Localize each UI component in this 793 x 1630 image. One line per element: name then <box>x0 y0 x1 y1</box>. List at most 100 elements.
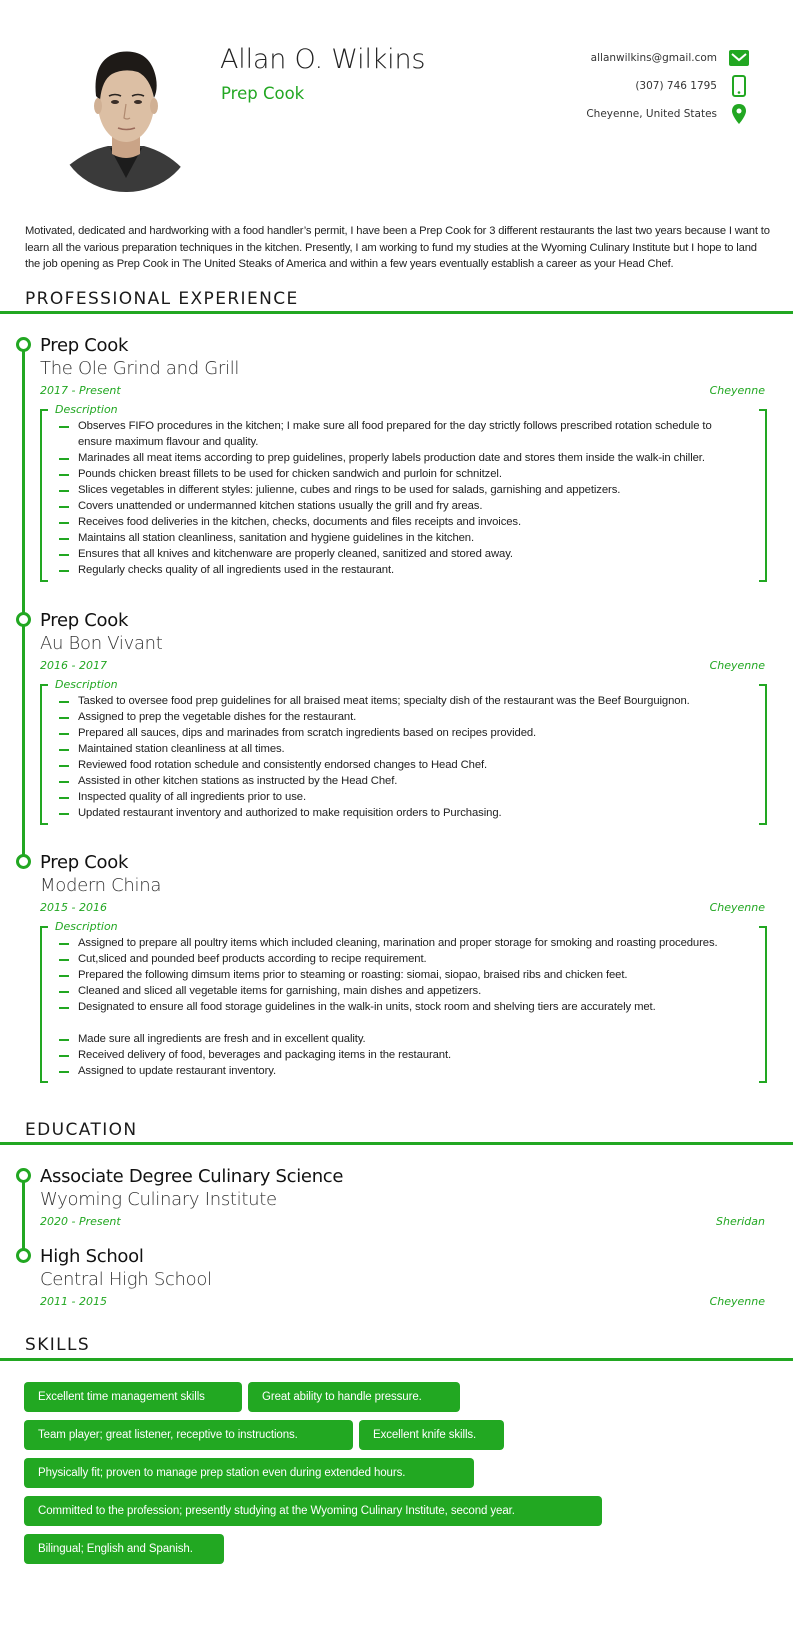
skills-list: Excellent time management skills Great a… <box>24 1382 764 1572</box>
experience-divider <box>0 311 793 314</box>
job-title: Prep Cook <box>40 610 129 631</box>
skill-row: Physically fit; proven to manage prep st… <box>24 1458 764 1488</box>
dash-bullet <box>59 538 69 540</box>
job-title: Prep Cook <box>40 335 129 356</box>
description-label: Description <box>55 920 118 933</box>
skills-heading: SKILLS <box>25 1335 91 1355</box>
dash-bullet <box>59 701 69 703</box>
duty-item: Inspected quality of all ingredients pri… <box>50 789 747 805</box>
employer-name: Modern China <box>40 875 162 896</box>
bracket-right <box>759 409 767 582</box>
duty-list: Tasked to oversee food prep guidelines f… <box>50 693 747 821</box>
experience-timeline <box>22 344 25 864</box>
contact-phone: (307) 746 1795 <box>489 72 749 100</box>
duty-item: Made sure all ingredients are fresh and … <box>50 1031 747 1047</box>
timeline-dot <box>16 854 31 869</box>
resume-header: Allan O. Wilkins Prep Cook allanwilkins@… <box>0 0 793 200</box>
education-location: Sheridan <box>716 1215 765 1228</box>
dash-bullet <box>59 570 69 572</box>
job-dates: 2016 - 2017 <box>40 659 107 672</box>
description-label: Description <box>55 678 118 691</box>
dash-bullet <box>59 458 69 460</box>
school-name: Central High School <box>40 1269 212 1290</box>
duty-item: Pounds chicken breast fillets to be used… <box>50 466 747 482</box>
duty-item: Marinades all meat items according to pr… <box>50 450 747 466</box>
profile-summary: Motivated, dedicated and hardworking wit… <box>25 225 770 270</box>
timeline-dot <box>16 337 31 352</box>
dash-bullet <box>59 781 69 783</box>
job-description: Description Tasked to oversee food prep … <box>40 677 767 825</box>
bracket-left <box>40 409 48 582</box>
dash-bullet <box>59 426 69 428</box>
bracket-left <box>40 684 48 825</box>
dash-bullet <box>59 490 69 492</box>
skill-tag: Excellent knife skills. <box>359 1420 504 1450</box>
dash-bullet <box>59 474 69 476</box>
duty-item: Designated to ensure all food storage gu… <box>50 999 747 1015</box>
experience-heading: PROFESSIONAL EXPERIENCE <box>25 289 299 309</box>
entry-meta: 2011 - 2015 Cheyenne <box>40 1293 765 1311</box>
duty-item: Ensures that all knives and kitchenware … <box>50 546 747 562</box>
skill-tag: Excellent time management skills <box>24 1382 242 1412</box>
dash-bullet <box>59 975 69 977</box>
degree-title: Associate Degree Culinary Science <box>40 1166 344 1187</box>
timeline-dot <box>16 612 31 627</box>
dash-bullet <box>59 1039 69 1041</box>
candidate-name: Allan O. Wilkins <box>220 44 426 75</box>
duty-item: Cut,sliced and pounded beef products acc… <box>50 951 747 967</box>
skills-divider <box>0 1358 793 1361</box>
duty-item: Tasked to oversee food prep guidelines f… <box>50 693 747 709</box>
education-dates: 2020 - Present <box>40 1215 121 1228</box>
skill-tag: Team player; great listener, receptive t… <box>24 1420 353 1450</box>
duty-item: Reviewed food rotation schedule and cons… <box>50 757 747 773</box>
education-divider <box>0 1142 793 1145</box>
contact-location: Cheyenne, United States <box>489 100 749 128</box>
timeline-dot <box>16 1248 31 1263</box>
phone-text[interactable]: (307) 746 1795 <box>635 80 717 92</box>
dash-bullet <box>59 991 69 993</box>
skill-tag: Great ability to handle pressure. <box>248 1382 460 1412</box>
mobile-phone-icon <box>729 75 749 97</box>
job-dates: 2017 - Present <box>40 384 121 397</box>
duty-list: Observes FIFO procedures in the kitchen;… <box>50 418 747 578</box>
education-timeline <box>22 1176 25 1256</box>
dash-bullet <box>59 506 69 508</box>
duty-item: Assigned to update restaurant inventory. <box>50 1063 747 1079</box>
duty-item: Regularly checks quality of all ingredie… <box>50 562 747 578</box>
dash-bullet <box>59 749 69 751</box>
experience-entry: Prep Cook The Ole Grind and Grill 2017 -… <box>40 334 767 582</box>
skill-row: Excellent time management skills Great a… <box>24 1382 764 1412</box>
school-name: Wyoming Culinary Institute <box>40 1189 277 1210</box>
job-title: Prep Cook <box>40 852 129 873</box>
dash-bullet <box>59 1007 69 1009</box>
skill-tag: Bilingual; English and Spanish. <box>24 1534 224 1564</box>
employer-name: Au Bon Vivant <box>40 633 163 654</box>
experience-entry: Prep Cook Modern China 2015 - 2016 Cheye… <box>40 851 767 1083</box>
dash-bullet <box>59 959 69 961</box>
dash-bullet <box>59 733 69 735</box>
job-dates: 2015 - 2016 <box>40 901 107 914</box>
map-pin-icon <box>729 104 749 124</box>
bracket-left <box>40 926 48 1083</box>
skill-tag: Committed to the profession; presently s… <box>24 1496 602 1526</box>
duty-item: Covers unattended or undermanned kitchen… <box>50 498 747 514</box>
dash-bullet <box>59 1055 69 1057</box>
degree-title: High School <box>40 1246 144 1267</box>
education-entry: Associate Degree Culinary Science Wyomin… <box>40 1165 765 1231</box>
dash-bullet <box>59 797 69 799</box>
timeline-dot <box>16 1168 31 1183</box>
skill-row: Bilingual; English and Spanish. <box>24 1534 764 1564</box>
bracket-right <box>759 926 767 1083</box>
email-text[interactable]: allanwilkins@gmail.com <box>591 52 717 64</box>
education-heading: EDUCATION <box>25 1120 138 1140</box>
education-dates: 2011 - 2015 <box>40 1295 107 1308</box>
duty-item: Receives food deliveries in the kitchen,… <box>50 514 747 530</box>
dash-bullet <box>59 765 69 767</box>
entry-meta: 2020 - Present Sheridan <box>40 1213 765 1231</box>
bracket-right <box>759 684 767 825</box>
duty-item: Maintained station cleanliness at all ti… <box>50 741 747 757</box>
education-location: Cheyenne <box>709 1295 765 1308</box>
skill-tag: Physically fit; proven to manage prep st… <box>24 1458 474 1488</box>
skill-row: Committed to the profession; presently s… <box>24 1496 764 1526</box>
duty-item: Assisted in other kitchen stations as in… <box>50 773 747 789</box>
